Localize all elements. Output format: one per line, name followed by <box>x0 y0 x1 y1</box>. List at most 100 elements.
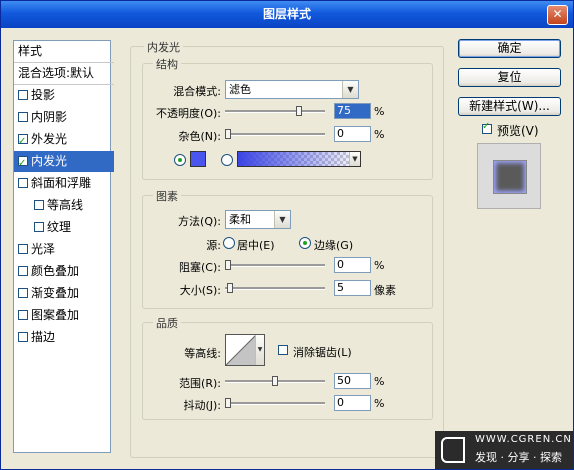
blend-mode-value: 滤色 <box>229 83 251 96</box>
style-checkbox[interactable] <box>18 178 28 188</box>
size-unit: 像素 <box>374 284 396 297</box>
gradient-radio[interactable] <box>221 154 233 166</box>
watermark-logo-icon <box>441 437 465 463</box>
blend-mode-select[interactable]: 滤色 ▼ <box>225 80 359 99</box>
range-label: 范围(R): <box>179 377 221 390</box>
range-thumb[interactable] <box>272 376 278 386</box>
noise-thumb[interactable] <box>225 129 231 139</box>
style-item[interactable]: 斜面和浮雕 <box>14 173 114 194</box>
inner-glow-title: 内发光 <box>144 39 183 55</box>
opacity-percent: % <box>374 105 385 118</box>
style-item[interactable]: 图案叠加 <box>14 305 114 326</box>
style-checkbox[interactable] <box>18 131 28 152</box>
styles-header[interactable]: 样式 <box>14 41 114 63</box>
source-edge-label[interactable]: 边缘(G) <box>314 237 353 253</box>
antialias-checkbox[interactable] <box>278 345 288 355</box>
style-item-label: 投影 <box>31 88 56 102</box>
jitter-track <box>225 402 325 405</box>
title-bar: 图层样式 ✕ <box>1 1 573 28</box>
style-checkbox[interactable] <box>18 90 28 100</box>
style-checkbox[interactable] <box>18 266 28 276</box>
style-item[interactable]: 内阴影 <box>14 107 114 128</box>
technique-select[interactable]: 柔和 ▼ <box>225 210 291 229</box>
choke-label: 阻塞(C): <box>179 261 221 274</box>
jitter-slider[interactable] <box>225 398 325 408</box>
style-checkbox[interactable] <box>18 332 28 342</box>
jitter-label: 抖动(J): <box>183 399 221 412</box>
style-item-label: 内阴影 <box>31 110 68 124</box>
chevron-down-icon: ▼ <box>274 211 290 228</box>
opacity-slider[interactable] <box>225 106 325 116</box>
jitter-thumb[interactable] <box>225 398 231 408</box>
gradient-picker[interactable]: ▼ <box>237 151 361 167</box>
style-item[interactable]: 光泽 <box>14 239 114 260</box>
choke-track <box>225 264 325 267</box>
style-item[interactable]: 外发光 <box>14 129 114 152</box>
gradient-dropdown-icon[interactable]: ▼ <box>349 152 360 166</box>
style-item[interactable]: 渐变叠加 <box>14 283 114 304</box>
opacity-label: 不透明度(O): <box>156 107 221 120</box>
size-slider[interactable] <box>225 283 325 293</box>
choke-percent: % <box>374 259 385 272</box>
noise-track <box>225 133 325 136</box>
preview-checkbox[interactable] <box>482 121 492 134</box>
choke-thumb[interactable] <box>225 260 231 270</box>
layer-style-dialog: 图层样式 ✕ 样式 混合选项:默认 投影内阴影外发光内发光斜面和浮雕等高线纹理光… <box>0 0 574 470</box>
style-item[interactable]: 投影 <box>14 85 114 106</box>
contour-preview-icon <box>226 335 256 365</box>
style-item[interactable]: 颜色叠加 <box>14 261 114 282</box>
blend-options-item[interactable]: 混合选项:默认 <box>14 63 114 85</box>
size-input[interactable]: 5 <box>334 280 371 296</box>
choke-input[interactable]: 0 <box>334 257 371 273</box>
noise-label: 杂色(N): <box>178 130 221 143</box>
new-style-button[interactable]: 新建样式(W)... <box>458 97 561 116</box>
choke-slider[interactable] <box>225 260 325 270</box>
noise-input[interactable]: 0 <box>334 126 371 142</box>
range-input[interactable]: 50 <box>334 373 371 389</box>
noise-percent: % <box>374 128 385 141</box>
antialias-label[interactable]: 消除锯齿(L) <box>293 344 352 360</box>
technique-value: 柔和 <box>229 213 251 226</box>
style-checkbox[interactable] <box>18 310 28 320</box>
structure-title: 结构 <box>153 56 181 72</box>
style-checkbox[interactable] <box>34 200 44 210</box>
style-item[interactable]: 纹理 <box>14 217 130 238</box>
close-button[interactable]: ✕ <box>547 5 568 25</box>
glow-color-swatch[interactable] <box>190 151 206 167</box>
style-checkbox[interactable] <box>18 112 28 122</box>
solid-color-radio[interactable] <box>174 154 186 166</box>
noise-slider[interactable] <box>225 129 325 139</box>
opacity-thumb[interactable] <box>296 106 302 116</box>
contour-dropdown-icon[interactable]: ▼ <box>255 335 264 365</box>
source-center-radio[interactable] <box>223 237 235 249</box>
style-checkbox[interactable] <box>18 244 28 254</box>
style-item-label: 外发光 <box>31 132 68 146</box>
source-center-label[interactable]: 居中(E) <box>237 237 275 253</box>
style-checkbox[interactable] <box>18 153 28 174</box>
reset-button[interactable]: 复位 <box>458 68 561 87</box>
jitter-input[interactable]: 0 <box>334 395 371 411</box>
style-item-label: 纹理 <box>47 220 72 234</box>
source-edge-radio[interactable] <box>299 237 311 249</box>
style-item[interactable]: 等高线 <box>14 195 130 216</box>
preview-square <box>493 160 527 194</box>
style-item-label: 内发光 <box>31 154 68 168</box>
opacity-input[interactable]: 75 <box>334 103 371 119</box>
ok-button[interactable]: 确定 <box>458 39 561 58</box>
range-slider[interactable] <box>225 376 325 386</box>
style-item-label: 斜面和浮雕 <box>31 176 92 190</box>
technique-label: 方法(Q): <box>178 215 221 228</box>
size-label: 大小(S): <box>179 284 221 297</box>
style-checkbox[interactable] <box>34 222 44 232</box>
style-checkbox[interactable] <box>18 288 28 298</box>
style-item[interactable]: 描边 <box>14 327 114 348</box>
quality-title: 品质 <box>153 315 181 331</box>
contour-picker[interactable]: ▼ <box>225 334 265 366</box>
close-icon: ✕ <box>552 7 563 21</box>
size-thumb[interactable] <box>227 283 233 293</box>
watermark: WWW.CGREN.CN 发现 · 分享 · 探索 <box>435 431 573 469</box>
style-preview <box>477 143 541 209</box>
style-item[interactable]: 内发光 <box>14 151 114 174</box>
range-percent: % <box>374 375 385 388</box>
preview-label[interactable]: 预览(V) <box>497 122 539 139</box>
